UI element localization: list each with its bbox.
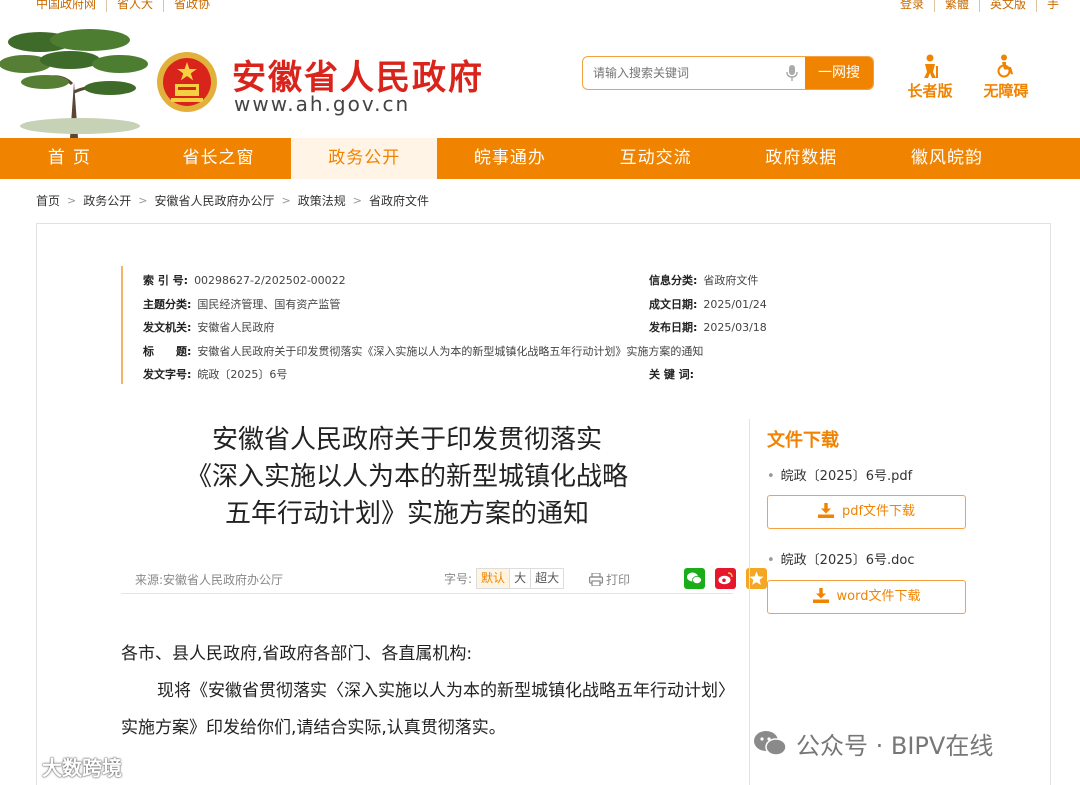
site-header: 安徽省人民政府 www.ah.gov.cn 一网搜 长者版 无障碍: [0, 14, 1080, 138]
breadcrumb: 首页 > 政务公开 > 安徽省人民政府办公厅 > 政策法规 > 省政府文件: [36, 192, 429, 209]
print-label: 打印: [606, 573, 631, 587]
document-toolbar: 来源:安徽省人民政府办公厅 字号: 默认 大 超大 打印: [121, 564, 767, 594]
elder-icon: [924, 54, 938, 78]
breadcrumb-policy[interactable]: 政策法规: [298, 192, 346, 209]
download-icon: [812, 588, 829, 603]
font-size-label: 字号:: [444, 572, 473, 586]
document-meta-table: 索 引 号: 00298627-2/202502-00022 信息分类: 省政府文件…: [121, 266, 861, 384]
top-links-left: 中国政府网 省人大 省政协: [36, 0, 220, 12]
word-download-button[interactable]: word文件下载: [767, 580, 966, 614]
printer-icon: [589, 573, 603, 586]
content-panel: 索 引 号: 00298627-2/202502-00022 信息分类: 省政府文件…: [36, 223, 1051, 785]
accessibility-label: 无障碍: [983, 82, 1029, 100]
chevron-right-icon: >: [138, 194, 148, 207]
breadcrumb-documents[interactable]: 省政府文件: [369, 192, 429, 209]
document-salutation: 各市、县人民政府,省政府各部门、各直属机构:: [121, 644, 473, 664]
meta-index-no: 索 引 号: 00298627-2/202502-00022: [143, 274, 346, 287]
nav-item-culture[interactable]: 徽风皖韵: [874, 138, 1020, 179]
file-download-heading: 文件下载: [767, 430, 839, 451]
traditional-chinese-link[interactable]: 繁體: [934, 0, 979, 12]
weibo-share-icon[interactable]: [715, 568, 736, 589]
file-name-doc: 皖政〔2025〕6号.doc: [767, 549, 915, 568]
chevron-right-icon: >: [281, 194, 291, 207]
chevron-right-icon: >: [352, 194, 362, 207]
microphone-icon[interactable]: [786, 65, 798, 81]
pine-tree-illustration: [0, 29, 148, 138]
meta-doc-number: 发文字号: 皖政〔2025〕6号: [143, 368, 288, 381]
nav-item-gov-data[interactable]: 政府数据: [728, 138, 874, 179]
meta-made-date: 成文日期: 2025/01/24: [649, 298, 767, 311]
pdf-download-button[interactable]: pdf文件下载: [767, 495, 966, 529]
link-gov-cn[interactable]: 中国政府网: [36, 0, 106, 12]
search-box: 一网搜: [582, 56, 874, 90]
font-size-control: 字号: 默认 大 超大: [444, 568, 565, 589]
search-button[interactable]: 一网搜: [805, 57, 873, 89]
link-provincial-cppcc[interactable]: 省政协: [163, 0, 220, 12]
national-emblem-icon: [157, 52, 217, 112]
nav-item-services[interactable]: 皖事通办: [437, 138, 583, 179]
document-title-line: 安徽省人民政府关于印发贯彻落实: [211, 425, 602, 455]
nav-item-home[interactable]: 首页: [0, 138, 146, 179]
document-title-line: 五年行动计划》实施方案的通知: [224, 499, 589, 529]
nav-item-interaction[interactable]: 互动交流: [583, 138, 729, 179]
meta-pub-date: 发布日期: 2025/03/18: [649, 321, 767, 334]
watermark-left: 大数跨境: [8, 752, 122, 781]
document-paragraph: 现将《安徽省贯彻落实〈深入实施以人为本的新型城镇化战略五年行动计划〉实施方案》印…: [121, 681, 735, 738]
watermark-right: 公众号 · BIPV在线: [752, 726, 993, 761]
font-size-large[interactable]: 大: [509, 569, 530, 588]
font-size-default[interactable]: 默认: [477, 569, 510, 588]
link-provincial-congress[interactable]: 省人大: [106, 0, 163, 12]
meta-title: 标 题: 安徽省人民政府关于印发贯彻落实《深入实施以人为本的新型城镇化战略五年行动…: [143, 345, 704, 358]
font-size-xlarge[interactable]: 超大: [530, 569, 563, 588]
top-links-bar: 中国政府网 省人大 省政协 登录 繁體 英文版 手: [0, 0, 1080, 14]
breadcrumb-gov-affairs[interactable]: 政务公开: [83, 192, 131, 209]
wechat-logo-icon: [754, 730, 787, 756]
watermark-left-text: 大数跨境: [42, 756, 122, 780]
pdf-download-label: pdf文件下载: [841, 504, 916, 519]
download-icon: [817, 503, 834, 518]
meta-keywords: 关 键 词:: [649, 368, 695, 381]
wheelchair-icon: [997, 54, 1013, 78]
breadcrumb-office[interactable]: 安徽省人民政府办公厅: [154, 192, 274, 209]
login-link[interactable]: 登录: [900, 0, 934, 12]
meta-issuer: 发文机关: 安徽省人民政府: [143, 321, 275, 334]
accessibility-button[interactable]: 无障碍: [976, 54, 1036, 101]
chevron-right-icon: >: [67, 194, 77, 207]
font-size-options: 默认 大 超大: [476, 568, 565, 589]
breadcrumb-home[interactable]: 首页: [36, 192, 60, 209]
top-links-right: 登录 繁體 英文版 手: [900, 0, 1069, 12]
search-input[interactable]: [583, 57, 805, 89]
main-nav: 首页 省长之窗 政务公开 皖事通办 互动交流 政府数据 徽风皖韵: [0, 138, 1080, 179]
word-download-label: word文件下载: [836, 589, 921, 604]
nav-item-governor-window[interactable]: 省长之窗: [146, 138, 292, 179]
brand-logo-icon: [8, 758, 35, 775]
document-source: 来源:安徽省人民政府办公厅: [135, 573, 284, 587]
watermark-right-text: 公众号 · BIPV在线: [796, 732, 994, 760]
document-body: 各市、县人民政府,省政府各部门、各直属机构: 现将《安徽省贯彻落实〈深入实施以人…: [121, 636, 741, 747]
print-button[interactable]: 打印: [589, 571, 630, 588]
site-url: www.ah.gov.cn: [234, 92, 411, 116]
wechat-share-icon[interactable]: [684, 568, 705, 589]
meta-info-category: 信息分类: 省政府文件: [649, 274, 759, 287]
english-version-link[interactable]: 英文版: [979, 0, 1036, 12]
mobile-link[interactable]: 手: [1036, 0, 1069, 12]
document-title-line: 《深入实施以人为本的新型城镇化战略: [185, 462, 628, 492]
file-name-pdf: 皖政〔2025〕6号.pdf: [767, 465, 913, 484]
document-title: 安徽省人民政府关于印发贯彻落实 《深入实施以人为本的新型城镇化战略 五年行动计划…: [157, 422, 657, 533]
elder-mode-label: 长者版: [907, 82, 953, 100]
nav-item-gov-affairs[interactable]: 政务公开: [291, 138, 438, 179]
elder-mode-button[interactable]: 长者版: [900, 54, 960, 101]
meta-topic: 主题分类: 国民经济管理、国有资产监管: [143, 298, 341, 311]
